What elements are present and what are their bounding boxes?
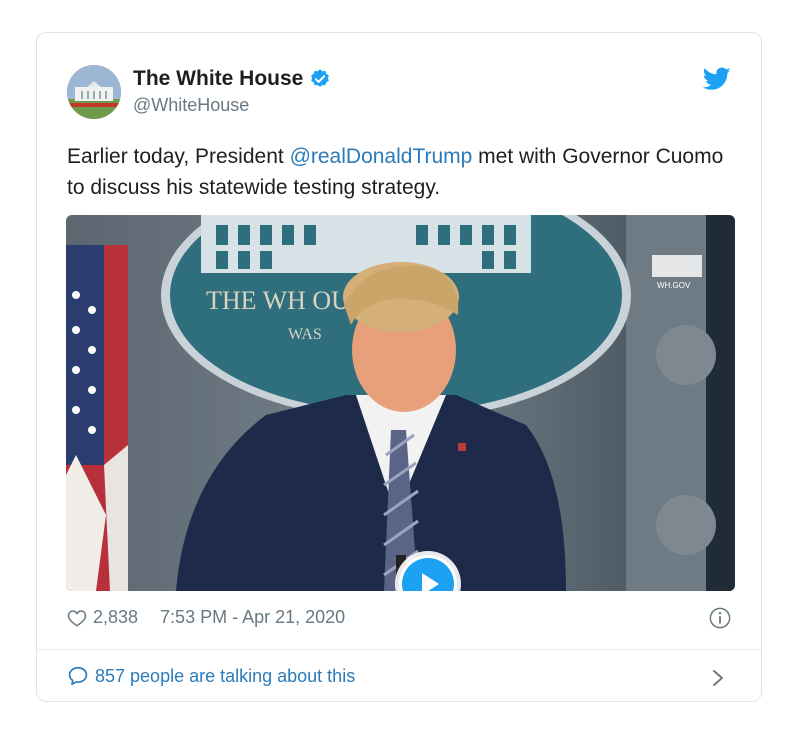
tweet-meta: 2,838 7:53 PM - Apr 21, 2020	[67, 607, 345, 628]
backdrop-subtext: WAS	[288, 326, 322, 343]
video-thumbnail[interactable]: THE WH OUSE WAS WH.GOV	[66, 215, 735, 591]
heart-icon[interactable]	[67, 609, 87, 627]
watermark-text: WH.GOV	[657, 281, 691, 290]
author-name-row[interactable]: The White House	[133, 67, 331, 91]
avatar[interactable]	[67, 65, 121, 119]
embedded-tweet-card: The White House @WhiteHouse Earlier toda…	[36, 32, 762, 702]
like-count[interactable]: 2,838	[93, 607, 138, 628]
author-handle[interactable]: @WhiteHouse	[133, 95, 249, 116]
author-name[interactable]: The White House	[133, 67, 303, 91]
divider	[37, 649, 761, 650]
tweet-text-start: Earlier today, President	[67, 145, 290, 168]
play-icon	[402, 558, 454, 591]
tweet-text: Earlier today, President @realDonaldTrum…	[67, 141, 737, 203]
twitter-bird-icon[interactable]	[703, 67, 731, 91]
video-frame-image: THE WH OUSE WAS WH.GOV	[66, 215, 735, 591]
speech-bubble-icon	[68, 666, 88, 686]
flag	[66, 245, 128, 591]
white-house-avatar-image	[67, 65, 121, 119]
mention-link[interactable]: @realDonaldTrump	[290, 145, 473, 168]
info-icon[interactable]	[709, 607, 731, 629]
timestamp[interactable]: 7:53 PM - Apr 21, 2020	[160, 607, 345, 628]
conversation-text[interactable]: 857 people are talking about this	[95, 666, 355, 687]
verified-badge-icon	[311, 69, 330, 87]
conversation-link[interactable]: 857 people are talking about this	[67, 665, 355, 687]
chevron-right-icon[interactable]	[711, 667, 725, 689]
